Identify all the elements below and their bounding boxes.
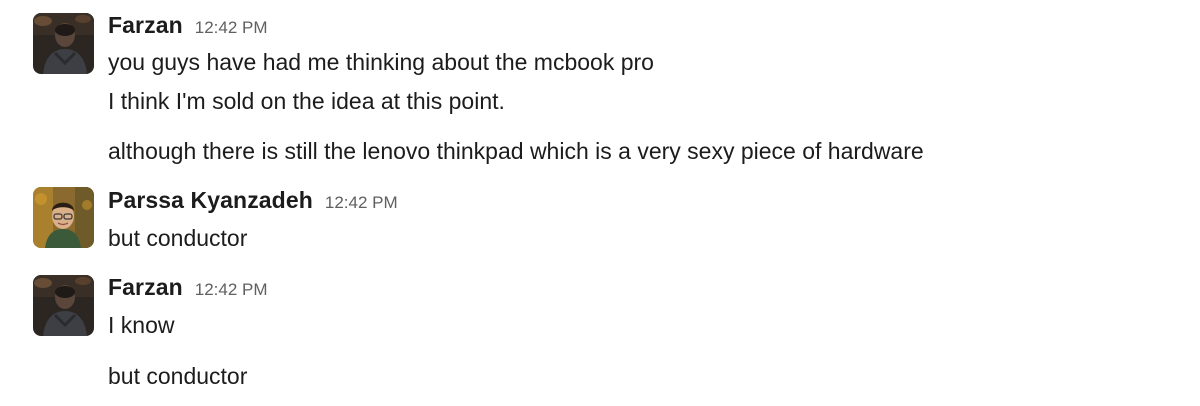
message-timestamp[interactable]: 12:42 PM xyxy=(325,193,398,212)
message-text: although there is still the lenovo think… xyxy=(108,138,924,164)
message-text: I think I'm sold on the idea at this poi… xyxy=(108,88,505,114)
avatar-farzan-image xyxy=(33,275,94,336)
message-text: I know xyxy=(108,312,175,338)
message-timestamp[interactable]: 12:42 PM xyxy=(195,18,268,37)
avatar[interactable] xyxy=(33,13,94,74)
author-name[interactable]: Parssa Kyanzadeh xyxy=(108,187,313,213)
message-header: Farzan 12:42 PM xyxy=(108,12,268,39)
message-header: Parssa Kyanzadeh 12:42 PM xyxy=(108,187,398,214)
author-name[interactable]: Farzan xyxy=(108,12,183,38)
avatar-farzan-image xyxy=(33,13,94,74)
avatar[interactable] xyxy=(33,187,94,248)
message-text: but conductor xyxy=(108,225,248,251)
author-name[interactable]: Farzan xyxy=(108,274,183,300)
chat-message-list: Farzan 12:42 PM you guys have had me thin… xyxy=(0,0,1200,406)
avatar[interactable] xyxy=(33,275,94,336)
message-text: but conductor xyxy=(108,363,248,389)
message-timestamp[interactable]: 12:42 PM xyxy=(195,280,268,299)
message-header: Farzan 12:42 PM xyxy=(108,274,268,301)
avatar-parssa-image xyxy=(33,187,94,248)
message-text: you guys have had me thinking about the … xyxy=(108,49,654,75)
